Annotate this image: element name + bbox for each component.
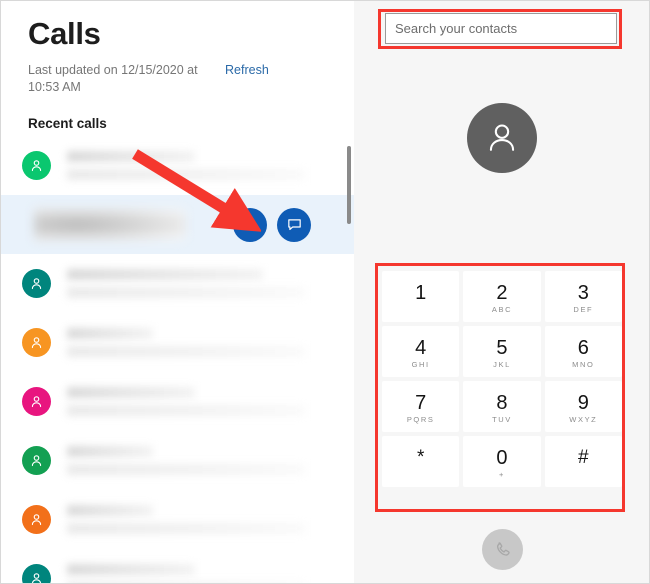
dialpad-key-digit: 1 (415, 281, 427, 304)
call-list-item[interactable] (1, 313, 354, 372)
avatar (22, 505, 51, 534)
dialpad[interactable]: 1 2 ABC 3 DEF 4 GHI 5 JKL 6 MNO 7 PQRS 8… (382, 271, 622, 487)
dialpad-key-5[interactable]: 5 JKL (463, 326, 541, 377)
avatar (22, 446, 51, 475)
dialpad-key-digit: 5 (496, 336, 508, 359)
dialpad-key-digit: 6 (577, 336, 589, 359)
scrollbar-thumb[interactable] (347, 146, 351, 224)
dialpad-key-letters: TUV (492, 414, 512, 424)
call-list-item[interactable] (1, 254, 354, 313)
dialpad-key-3[interactable]: 3 DEF (544, 271, 622, 322)
recent-calls-list[interactable] (1, 136, 354, 583)
call-item-text-redacted (34, 208, 186, 241)
call-list-item[interactable] (1, 136, 354, 195)
contact-avatar (467, 103, 537, 173)
dialpad-key-digit: 0 (496, 446, 508, 469)
dialpad-key-letters: + (499, 469, 505, 479)
dialpad-key-letters: PQRS (406, 414, 435, 424)
last-updated-text: Last updated on 12/15/2020 at 10:53 AM (28, 63, 198, 94)
dialpad-key-digit: 2 (496, 281, 508, 304)
avatar (22, 564, 51, 583)
call-list-item[interactable] (1, 431, 354, 490)
dialpad-call-button[interactable] (482, 529, 523, 570)
call-item-text-redacted (67, 269, 354, 298)
dialpad-key-digit: 3 (577, 281, 589, 304)
dialpad-key-7[interactable]: 7 PQRS (382, 381, 460, 432)
dialpad-key-9[interactable]: 9 WXYZ (544, 381, 622, 432)
page-title: Calls (28, 16, 101, 51)
dialpad-key-digit: 9 (577, 391, 589, 414)
avatar (22, 269, 51, 298)
message-button[interactable] (277, 207, 311, 242)
call-item-text-redacted (67, 387, 354, 416)
call-item-actions (233, 207, 311, 242)
dialpad-key-2[interactable]: 2 ABC (463, 271, 541, 322)
call-item-text-redacted (67, 564, 354, 583)
call-item-text-redacted (67, 505, 354, 534)
dialpad-key-digit: 7 (415, 391, 427, 414)
call-item-text-redacted (67, 151, 354, 180)
dialpad-key-6[interactable]: 6 MNO (544, 326, 622, 377)
dialpad-key-letters: DEF (573, 304, 594, 314)
recent-calls-heading: Recent calls (28, 116, 107, 131)
dialpad-key-letters: GHI (411, 359, 430, 369)
phone-icon (496, 541, 510, 556)
dialpad-key-letters: WXYZ (569, 414, 598, 424)
last-updated-row: Last updated on 12/15/2020 at 10:53 AM R… (28, 62, 300, 96)
avatar (22, 151, 51, 180)
call-button[interactable] (233, 207, 267, 242)
call-item-text-redacted (67, 446, 354, 475)
call-list-item[interactable] (1, 490, 354, 549)
avatar (22, 328, 51, 357)
dialpad-key-8[interactable]: 8 TUV (463, 381, 541, 432)
call-list-item[interactable] (1, 372, 354, 431)
dialpad-key-star[interactable]: * (382, 436, 460, 487)
call-item-text-redacted (67, 328, 354, 357)
dialpad-key-digit: # (578, 446, 589, 468)
refresh-link[interactable]: Refresh (225, 62, 269, 79)
phone-link-calls-window: Calls Last updated on 12/15/2020 at 10:5… (0, 0, 650, 584)
call-list-item[interactable] (1, 549, 354, 583)
dialpad-key-letters: JKL (493, 359, 511, 369)
dialpad-key-digit: 4 (415, 336, 427, 359)
calls-header: Calls Last updated on 12/15/2020 at 10:5… (1, 1, 354, 131)
dialpad-key-digit: * (416, 446, 425, 468)
dialpad-key-1[interactable]: 1 (382, 271, 460, 322)
call-list-scrollbar[interactable] (347, 141, 351, 583)
calls-panel: Calls Last updated on 12/15/2020 at 10:5… (1, 1, 354, 583)
dialpad-key-letters: MNO (572, 359, 595, 369)
dialpad-key-letters: ABC (491, 304, 513, 314)
search-input[interactable] (385, 13, 617, 44)
call-list-item-selected[interactable] (1, 195, 354, 254)
dialpad-key-0[interactable]: 0 + (463, 436, 541, 487)
dialer-panel: 1 2 ABC 3 DEF 4 GHI 5 JKL 6 MNO (354, 1, 649, 583)
dialpad-key-4[interactable]: 4 GHI (382, 326, 460, 377)
search-field-wrapper (385, 13, 617, 44)
avatar (22, 387, 51, 416)
dialpad-key-digit: 8 (496, 391, 508, 414)
dialpad-key-hash[interactable]: # (544, 436, 622, 487)
